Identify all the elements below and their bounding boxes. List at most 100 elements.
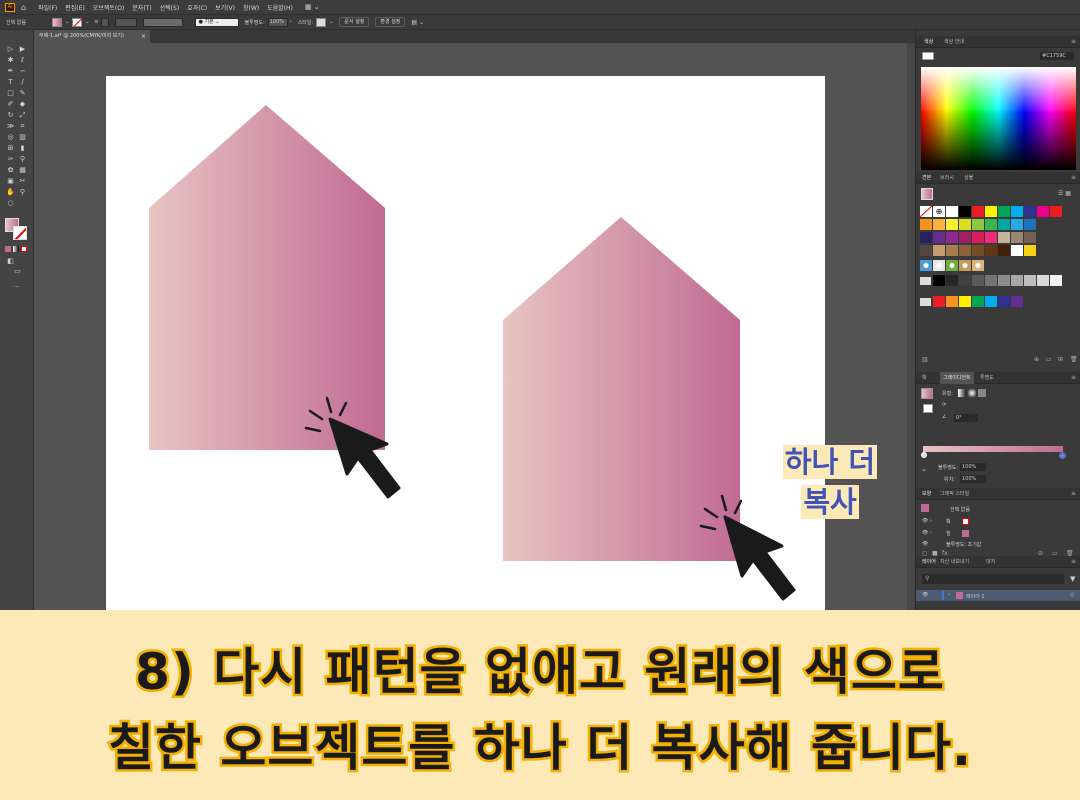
pattern-swatch[interactable] bbox=[946, 260, 958, 271]
eyedropper-icon[interactable]: ✑ bbox=[922, 468, 926, 474]
tab-swatches[interactable]: 견본 bbox=[922, 172, 931, 184]
color-swatch[interactable] bbox=[1024, 206, 1036, 217]
gradient-tool-icon[interactable]: ▮ bbox=[18, 145, 27, 152]
rotate-tool-icon[interactable]: ↻ bbox=[6, 112, 15, 119]
fill-stroke-toggle[interactable] bbox=[923, 404, 933, 413]
gradient-stop-start[interactable] bbox=[921, 452, 927, 458]
free-transform-tool-icon[interactable]: ⌗ bbox=[18, 123, 27, 130]
stroke-weight-field[interactable] bbox=[114, 17, 137, 27]
shape-builder-tool-icon[interactable]: ◎ bbox=[6, 134, 15, 141]
color-swatch[interactable] bbox=[933, 245, 945, 256]
gray-swatch[interactable] bbox=[985, 275, 997, 286]
gradient-angle-field[interactable]: 0° bbox=[954, 414, 978, 422]
color-group-folder-icon[interactable] bbox=[920, 277, 931, 285]
scale-tool-icon[interactable]: ⤢ bbox=[18, 112, 27, 119]
color-swatch[interactable] bbox=[920, 219, 932, 230]
color-swatch[interactable] bbox=[998, 219, 1010, 230]
bright-swatch[interactable] bbox=[933, 296, 945, 307]
opacity-field[interactable]: 100% bbox=[267, 17, 288, 27]
brush-definition-select[interactable]: ● 기본 ⌄ bbox=[194, 17, 239, 27]
gradient-location-field[interactable]: 100% bbox=[960, 475, 986, 483]
menu-view[interactable]: 보기(V) bbox=[215, 3, 235, 12]
layer-row[interactable]: 👁 › 레이어 1 ○ bbox=[916, 590, 1080, 601]
menu-help[interactable]: 도움말(H) bbox=[267, 3, 293, 12]
target-icon[interactable]: ○ bbox=[1070, 592, 1074, 598]
stroke-color-swatch[interactable] bbox=[72, 17, 83, 27]
tab-asset-export[interactable]: 자산 내보내기 bbox=[940, 556, 969, 568]
shaper-tool-icon[interactable]: ✐ bbox=[6, 101, 15, 108]
panel-menu-icon[interactable]: ≡ bbox=[1071, 488, 1076, 500]
fill-color-swatch[interactable] bbox=[52, 17, 62, 27]
swatch-options-icon[interactable]: ⊞ bbox=[1058, 356, 1063, 363]
hex-field[interactable]: #C1759C bbox=[1040, 52, 1074, 60]
fill-stroke-indicator[interactable] bbox=[921, 188, 933, 200]
panel-menu-icon[interactable]: ≡ bbox=[1071, 36, 1076, 48]
draw-mode-icon[interactable]: ◧ bbox=[6, 258, 15, 265]
gradient-slider[interactable] bbox=[923, 446, 1063, 452]
color-swatch[interactable] bbox=[985, 219, 997, 230]
stroke-swatch[interactable] bbox=[13, 226, 27, 240]
hand-tool-icon[interactable]: ✋ bbox=[6, 189, 15, 196]
color-swatch[interactable] bbox=[1011, 232, 1023, 243]
tab-transparency[interactable]: 투명도 bbox=[980, 372, 994, 384]
curvature-tool-icon[interactable]: ∽ bbox=[18, 68, 27, 75]
color-swatch[interactable] bbox=[985, 232, 997, 243]
color-swatch[interactable] bbox=[972, 206, 984, 217]
gray-swatch[interactable] bbox=[998, 275, 1010, 286]
filter-icon[interactable]: ▼ bbox=[1070, 575, 1075, 583]
color-swatch[interactable] bbox=[1024, 219, 1036, 230]
eraser-tool-icon[interactable]: ◆ bbox=[18, 101, 27, 108]
selection-tool-icon[interactable]: ▷ bbox=[6, 46, 15, 53]
color-swatch[interactable] bbox=[985, 206, 997, 217]
menu-type[interactable]: 문자(T) bbox=[132, 3, 151, 12]
color-spectrum[interactable] bbox=[921, 67, 1076, 170]
chevron-down-icon[interactable]: ⌄ bbox=[85, 19, 89, 25]
appearance-row-stroke[interactable]: 👁 › 획 bbox=[916, 516, 1080, 528]
chevron-down-icon[interactable]: ⌄ bbox=[329, 19, 333, 25]
color-swatch[interactable] bbox=[959, 232, 971, 243]
layers-search-input[interactable]: ⚲ bbox=[922, 574, 1064, 584]
slice-tool-icon[interactable]: ✂ bbox=[18, 178, 27, 185]
home-icon[interactable]: ⌂ bbox=[21, 3, 26, 12]
bright-swatch[interactable] bbox=[998, 296, 1010, 307]
gradient-preview-swatch[interactable] bbox=[921, 388, 933, 399]
panel-menu-icon[interactable]: ≡ bbox=[1071, 172, 1076, 184]
color-swatch[interactable] bbox=[959, 206, 971, 217]
tab-brushes[interactable]: 브러시 bbox=[940, 172, 954, 184]
panel-menu-icon[interactable]: ≡ bbox=[1071, 556, 1076, 568]
gradient-edit-icon[interactable]: ⟳ bbox=[942, 402, 946, 408]
new-color-group-icon[interactable]: ▭ bbox=[1046, 356, 1052, 363]
vertical-scrollbar[interactable] bbox=[907, 43, 915, 610]
arrange-documents-icon[interactable]: ▤ ⌄ bbox=[411, 19, 424, 26]
tab-stroke[interactable]: 획 bbox=[922, 372, 927, 384]
magic-wand-tool-icon[interactable]: ✱ bbox=[6, 57, 15, 64]
color-swatch[interactable] bbox=[1024, 232, 1036, 243]
pen-tool-icon[interactable]: ✒ bbox=[6, 68, 15, 75]
close-icon[interactable]: × bbox=[141, 30, 146, 43]
menu-select[interactable]: 선택(S) bbox=[160, 3, 180, 12]
eyedropper-tool-icon[interactable]: ✑ bbox=[6, 156, 15, 163]
type-tool-icon[interactable]: T bbox=[6, 79, 15, 86]
variable-width-profile[interactable] bbox=[142, 17, 183, 27]
color-swatch[interactable] bbox=[985, 245, 997, 256]
screen-mode-icon[interactable]: ▭ bbox=[13, 268, 22, 275]
color-swatch[interactable] bbox=[959, 219, 971, 230]
list-view-icon[interactable]: ☰ ▦ bbox=[1058, 190, 1071, 197]
color-swatch[interactable] bbox=[1011, 245, 1023, 256]
gradient-type-buttons[interactable] bbox=[958, 389, 992, 397]
color-swatch[interactable] bbox=[972, 232, 984, 243]
edit-toolbar-icon[interactable]: ··· bbox=[12, 284, 21, 291]
graphic-style-swatch[interactable] bbox=[316, 17, 327, 27]
menu-file[interactable]: 파일(F) bbox=[38, 3, 57, 12]
pattern-swatch[interactable] bbox=[920, 260, 932, 271]
bright-swatch[interactable] bbox=[985, 296, 997, 307]
color-swatch[interactable] bbox=[998, 206, 1010, 217]
color-mode-buttons[interactable] bbox=[5, 246, 27, 252]
perspective-grid-tool-icon[interactable]: ▥ bbox=[18, 134, 27, 141]
width-tool-icon[interactable]: ≫ bbox=[6, 123, 15, 130]
document-tab[interactable]: 무제-1.ai* @ 200%(CMYK/미리 보기) × bbox=[34, 30, 150, 43]
column-graph-tool-icon[interactable]: ▦ bbox=[18, 167, 27, 174]
symbol-sprayer-tool-icon[interactable]: ✿ bbox=[6, 167, 15, 174]
menu-edit[interactable]: 편집(E) bbox=[65, 3, 85, 12]
color-group-folder-icon[interactable] bbox=[920, 298, 931, 306]
